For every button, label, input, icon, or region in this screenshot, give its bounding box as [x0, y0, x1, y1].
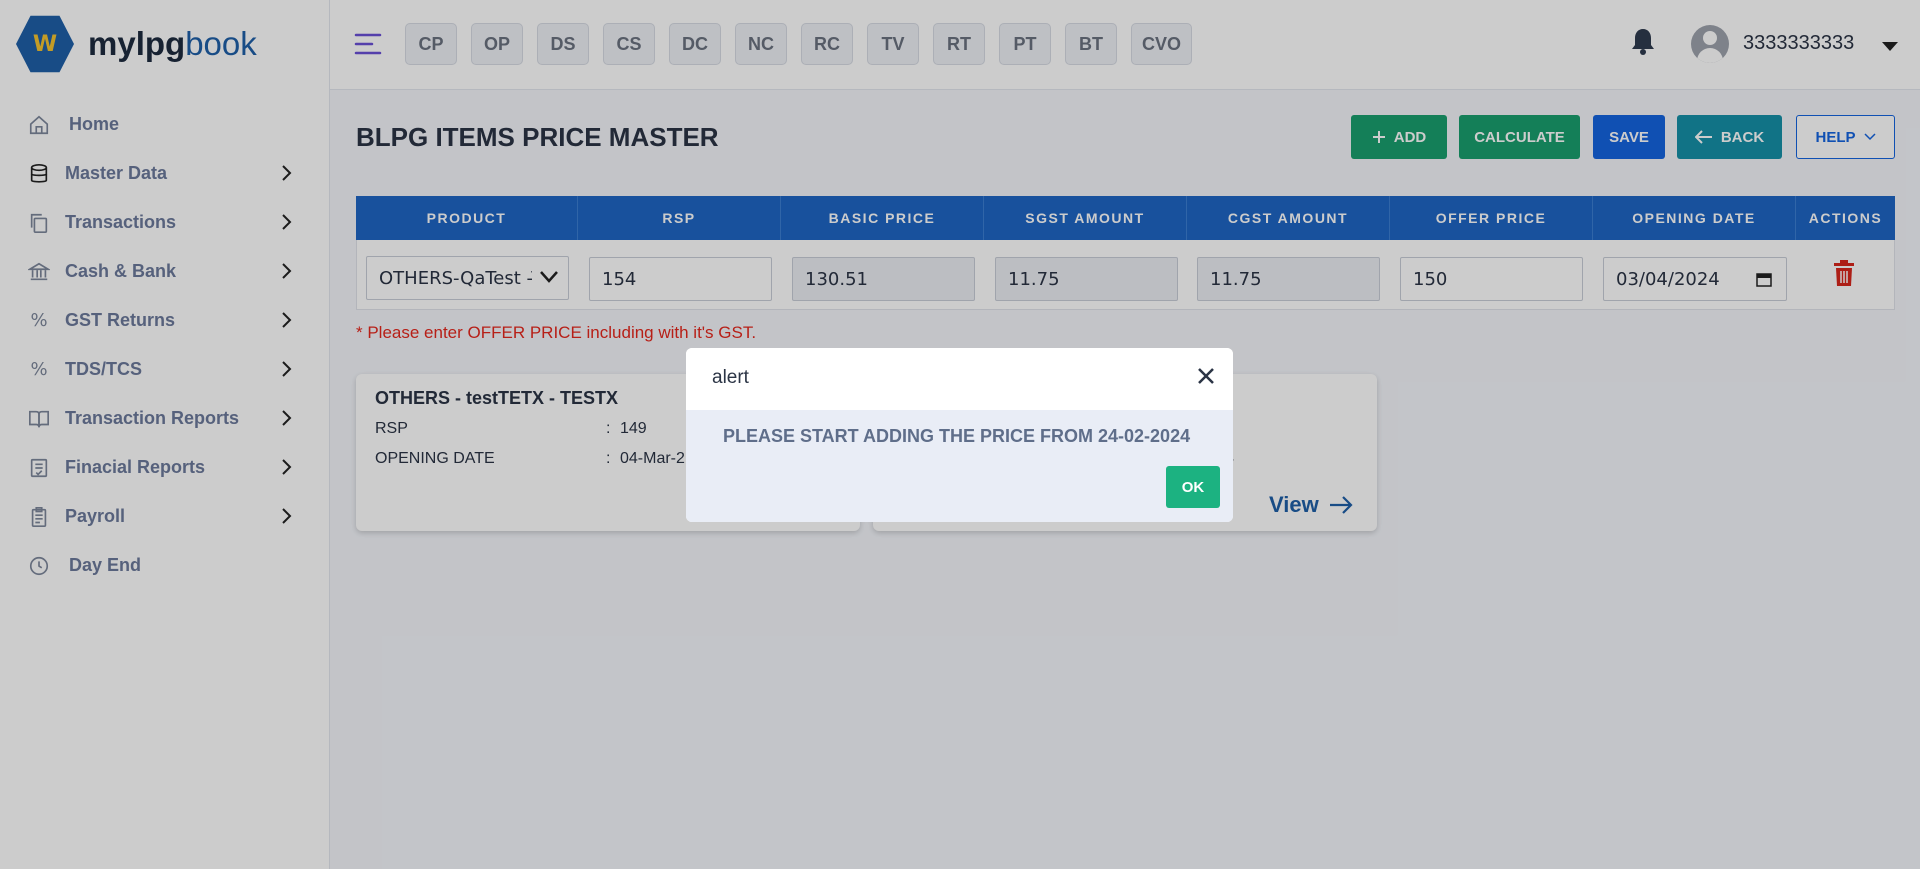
ok-button[interactable]: OK [1166, 466, 1220, 508]
alert-header: alert [686, 348, 1233, 410]
alert-title: alert [712, 367, 749, 388]
alert-body: PLEASE START ADDING THE PRICE FROM 24-02… [686, 410, 1233, 522]
alert-dialog: alert PLEASE START ADDING THE PRICE FROM… [686, 348, 1233, 522]
close-button[interactable] [1186, 356, 1226, 396]
alert-message: PLEASE START ADDING THE PRICE FROM 24-02… [723, 426, 1191, 446]
close-icon [1198, 368, 1214, 384]
